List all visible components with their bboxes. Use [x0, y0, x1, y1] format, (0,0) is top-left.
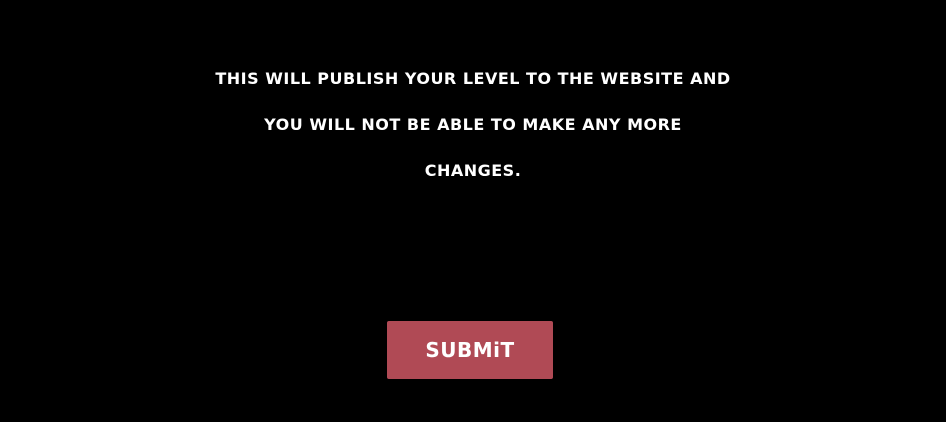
publish-warning-line: THiS WiLL PUBLiSH YOUR LEVEL TO THE WEBS… [215, 69, 731, 88]
publish-warning-line: CHANGES. [424, 161, 522, 180]
publish-warning-line: YOU WiLL NOT BE ABLE TO MAKE ANY MORE [264, 115, 682, 134]
publish-warning-message: THiS WiLL PUBLiSH YOUR LEVEL TO THE WEBS… [0, 56, 946, 194]
publish-confirm-dialog: THiS WiLL PUBLiSH YOUR LEVEL TO THE WEBS… [0, 0, 946, 422]
submit-button[interactable]: SUBMiT [387, 321, 553, 379]
